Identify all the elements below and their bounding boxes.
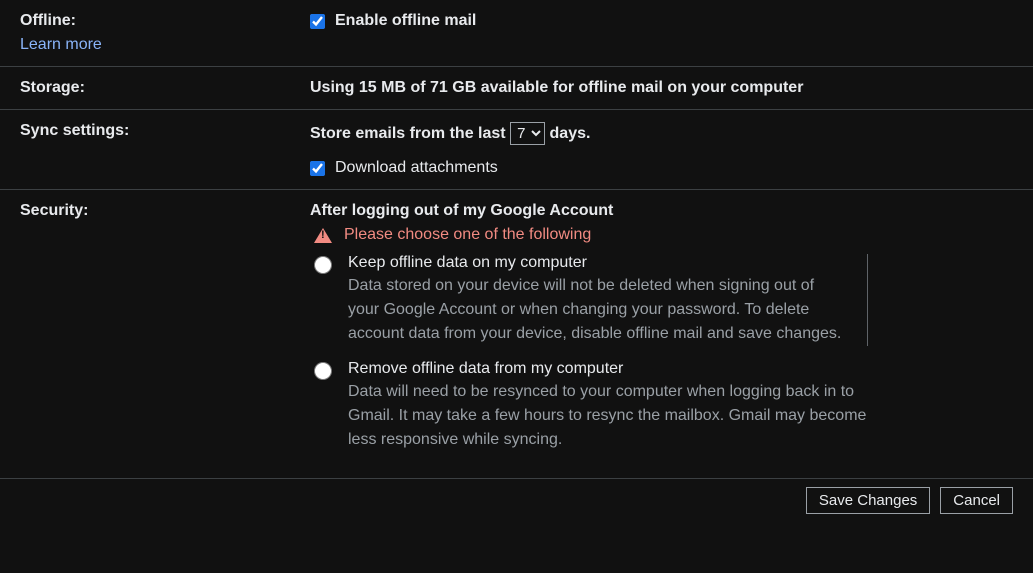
learn-more-link[interactable]: Learn more (20, 36, 310, 54)
sync-suffix: days. (550, 125, 591, 142)
enable-offline-checkbox[interactable] (310, 14, 325, 29)
save-button[interactable]: Save Changes (806, 487, 930, 514)
download-attachments-line[interactable]: Download attachments (310, 159, 1013, 177)
enable-offline-label: Enable offline mail (335, 12, 476, 30)
offline-row: Offline: Learn more Enable offline mail (0, 0, 1033, 67)
security-option-remove: Remove offline data from my computer Dat… (314, 360, 1013, 452)
security-row: Security: After logging out of my Google… (0, 190, 1033, 478)
sync-label: Sync settings: (20, 122, 129, 139)
option-remove-title: Remove offline data from my computer (348, 360, 868, 378)
download-attachments-checkbox[interactable] (310, 161, 325, 176)
offline-label: Offline: (20, 12, 76, 29)
radio-keep-data[interactable] (314, 256, 332, 274)
offline-value-col: Enable offline mail (310, 12, 1013, 54)
security-label: Security: (20, 202, 88, 219)
cancel-button[interactable]: Cancel (940, 487, 1013, 514)
enable-offline-line[interactable]: Enable offline mail (310, 12, 1013, 30)
security-option-keep: Keep offline data on my computer Data st… (314, 254, 1013, 346)
sync-prefix: Store emails from the last (310, 125, 506, 142)
option-keep-desc: Data stored on your device will not be d… (348, 274, 847, 346)
sync-label-col: Sync settings: (20, 122, 310, 177)
option-keep-content: Keep offline data on my computer Data st… (348, 254, 868, 346)
option-remove-desc: Data will need to be resynced to your co… (348, 380, 868, 452)
option-remove-content: Remove offline data from my computer Dat… (348, 360, 868, 452)
storage-label-col: Storage: (20, 79, 310, 97)
security-header: After logging out of my Google Account (310, 202, 1013, 220)
security-warning-line: Please choose one of the following (314, 226, 1013, 244)
storage-row: Storage: Using 15 MB of 71 GB available … (0, 67, 1033, 110)
security-value-col: After logging out of my Google Account P… (310, 202, 1013, 466)
security-label-col: Security: (20, 202, 310, 466)
option-keep-title: Keep offline data on my computer (348, 254, 847, 272)
sync-days-select[interactable]: 7 (510, 122, 545, 145)
offline-label-col: Offline: Learn more (20, 12, 310, 54)
sync-value-col: Store emails from the last 7 days. Downl… (310, 122, 1013, 177)
radio-remove-data[interactable] (314, 362, 332, 380)
storage-value: Using 15 MB of 71 GB available for offli… (310, 79, 803, 96)
storage-label: Storage: (20, 79, 85, 96)
storage-value-col: Using 15 MB of 71 GB available for offli… (310, 79, 1013, 97)
warning-icon (314, 228, 332, 243)
sync-store-line: Store emails from the last 7 days. (310, 122, 1013, 145)
download-attachments-label: Download attachments (335, 159, 498, 177)
security-warning-text: Please choose one of the following (344, 226, 591, 244)
footer: Save Changes Cancel (0, 478, 1033, 522)
sync-row: Sync settings: Store emails from the las… (0, 110, 1033, 190)
